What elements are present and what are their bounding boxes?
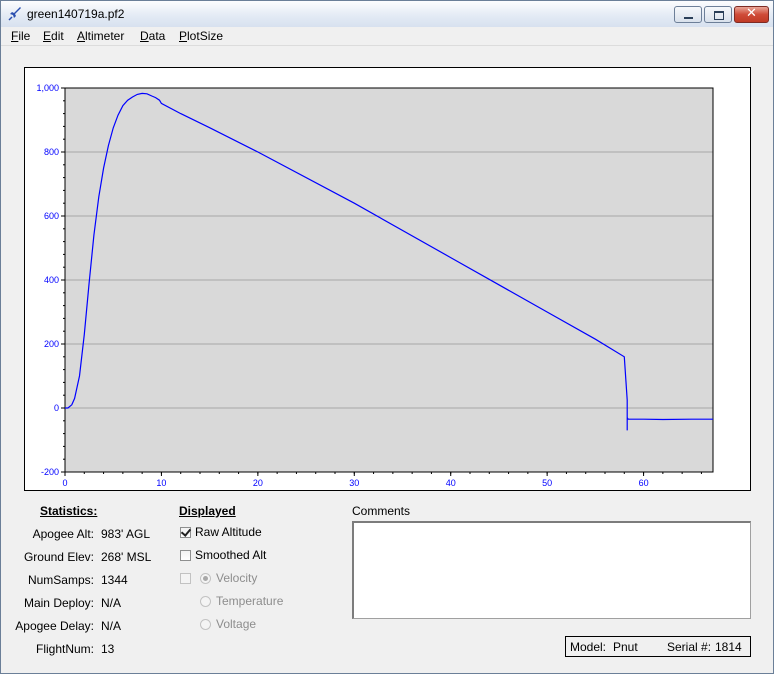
y-tick-label: 400 <box>44 275 59 285</box>
window-title: green140719a.pf2 <box>27 7 125 21</box>
velocity-radio[interactable] <box>200 573 211 584</box>
minimize-button[interactable] <box>674 6 702 23</box>
y-tick-label: 1,000 <box>36 83 59 93</box>
menu-edit[interactable]: Edit <box>43 29 64 43</box>
raw-altitude-checkbox[interactable] <box>180 527 191 538</box>
temperature-radio[interactable] <box>200 596 211 607</box>
y-tick-label: 200 <box>44 339 59 349</box>
displayed-heading: Displayed <box>179 504 236 518</box>
voltage-radio[interactable] <box>200 619 211 630</box>
maximize-button[interactable] <box>704 6 732 23</box>
close-button[interactable]: ✕ <box>734 6 769 23</box>
y-tick-label: 600 <box>44 211 59 221</box>
y-tick-label: 800 <box>44 147 59 157</box>
velocity-label: Velocity <box>216 571 258 585</box>
ground-elev-value: 268' MSL <box>101 550 152 564</box>
comments-textarea[interactable] <box>352 521 751 619</box>
statistics-heading: Statistics: <box>40 504 98 518</box>
numsamps-label: NumSamps: <box>27 573 94 587</box>
flightnum-value: 13 <box>101 642 115 656</box>
serial-value: 1814 <box>715 640 742 654</box>
menu-altimeter[interactable]: Altimeter <box>77 29 124 43</box>
x-tick-label: 30 <box>349 478 359 488</box>
main-deploy-value: N/A <box>101 596 122 610</box>
model-label: Model: <box>570 640 607 654</box>
apogee-delay-label: Apogee Delay: <box>15 619 94 633</box>
comments-label: Comments <box>352 504 411 518</box>
temperature-label: Temperature <box>216 594 284 608</box>
apogee-alt-label: Apogee Alt: <box>32 527 94 541</box>
menu-plotsize[interactable]: PlotSize <box>179 29 223 43</box>
x-tick-label: 60 <box>639 478 649 488</box>
smoothed-alt-label[interactable]: Smoothed Alt <box>195 548 266 562</box>
x-tick-label: 50 <box>542 478 552 488</box>
x-tick-label: 40 <box>446 478 456 488</box>
menu-file[interactable]: File <box>11 29 30 43</box>
model-value: Pnut <box>613 640 638 654</box>
apogee-alt-value: 983' AGL <box>101 527 150 541</box>
main-deploy-label: Main Deploy: <box>23 596 94 610</box>
flightnum-label: FlightNum: <box>35 642 94 656</box>
title-bar[interactable]: green140719a.pf2 ✕ <box>1 1 773 27</box>
numsamps-value: 1344 <box>101 573 128 587</box>
device-info-box: Model: Pnut Serial #: 1814 <box>565 636 751 657</box>
altitude-chart: -20002004006008001,0000 10 20 30 40 50 60 <box>36 83 714 488</box>
y-tick-label: 0 <box>54 403 59 413</box>
serial-label: Serial #: <box>667 640 712 654</box>
altitude-plot[interactable]: -200 0 200 400 600 800 1,000 0 10 20 30 40 50 60 <box>24 67 751 491</box>
app-window: green140719a.pf2 ✕ File Edit Altimeter D… <box>0 0 774 674</box>
voltage-label: Voltage <box>216 617 257 631</box>
menu-data[interactable]: Data <box>140 29 165 43</box>
ground-elev-label: Ground Elev: <box>23 550 94 564</box>
x-tick-label: 0 <box>62 478 67 488</box>
menu-bar: File Edit Altimeter Data PlotSize <box>1 27 773 46</box>
raw-altitude-label[interactable]: Raw Altitude <box>195 525 262 539</box>
rocket-icon <box>8 7 21 21</box>
close-icon: ✕ <box>746 6 757 21</box>
minimize-icon <box>684 17 693 19</box>
apogee-delay-value: N/A <box>101 619 122 633</box>
x-tick-label: 20 <box>253 478 263 488</box>
maximize-icon <box>714 11 724 20</box>
secondary-plot-checkbox[interactable] <box>180 573 191 584</box>
x-tick-label: 10 <box>156 478 166 488</box>
smoothed-alt-checkbox[interactable] <box>180 550 191 561</box>
y-tick-label: -200 <box>41 467 59 477</box>
